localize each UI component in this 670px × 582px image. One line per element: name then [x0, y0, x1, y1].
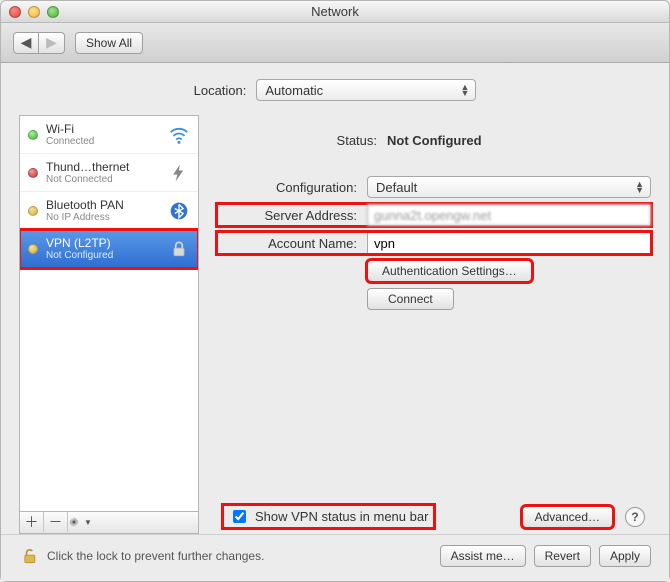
status-row: Status: Not Configured	[317, 133, 651, 148]
configuration-row: Configuration: Default ▲▼	[217, 176, 651, 198]
thunderbolt-icon	[168, 162, 190, 184]
status-dot-icon	[28, 206, 38, 216]
unlock-icon[interactable]	[19, 546, 39, 566]
configuration-select[interactable]: Default ▲▼	[367, 176, 651, 198]
nav-group: ◀ ▶	[13, 32, 65, 54]
forward-button[interactable]: ▶	[39, 32, 65, 54]
status-dot-icon	[28, 168, 38, 178]
lock-text: Click the lock to prevent further change…	[47, 549, 264, 563]
window-footer: Click the lock to prevent further change…	[1, 534, 669, 581]
apply-button[interactable]: Apply	[599, 545, 651, 567]
account-name-input[interactable]	[367, 232, 651, 254]
sidebar-item-text: Bluetooth PAN No IP Address	[46, 198, 160, 223]
location-value: Automatic	[265, 83, 323, 98]
sidebar-item-label: VPN (L2TP)	[46, 236, 160, 250]
titlebar: Network	[1, 1, 669, 23]
server-address-row: Server Address:	[217, 204, 651, 226]
sidebar-item-vpn-l2tp[interactable]: VPN (L2TP) Not Configured	[20, 230, 198, 268]
action-buttons: Authentication Settings… Connect	[367, 260, 651, 310]
account-name-label: Account Name:	[217, 236, 357, 251]
remove-service-button[interactable]: －	[44, 512, 68, 532]
chevron-right-icon: ▶	[46, 34, 57, 51]
wifi-icon	[168, 124, 190, 146]
advanced-button[interactable]: Advanced…	[522, 506, 613, 528]
connect-button[interactable]: Connect	[367, 288, 454, 310]
sidebar-item-status: Not Configured	[46, 250, 160, 261]
back-button[interactable]: ◀	[13, 32, 39, 54]
sidebar-item-wifi[interactable]: Wi-Fi Connected	[20, 116, 198, 154]
window-title: Network	[1, 4, 669, 19]
detail-pane: Status: Not Configured Configuration: De…	[217, 115, 651, 534]
sidebar-list: Wi-Fi Connected Thund…thernet Not Connec…	[19, 115, 199, 512]
network-preferences-window: Network ◀ ▶ Show All Location: Automatic…	[0, 0, 670, 582]
detail-footer: Show VPN status in menu bar Advanced… ?	[217, 503, 651, 534]
revert-button[interactable]: Revert	[534, 545, 591, 567]
location-row: Location: Automatic ▲▼	[1, 63, 669, 115]
sidebar-item-label: Thund…thernet	[46, 160, 160, 174]
server-address-label: Server Address:	[217, 208, 357, 223]
footer-buttons: Assist me… Revert Apply	[440, 545, 651, 567]
service-options-button[interactable]: ▼	[68, 512, 92, 532]
lock-row: Click the lock to prevent further change…	[19, 546, 440, 566]
close-icon[interactable]	[9, 6, 21, 18]
sidebar-item-text: Thund…thernet Not Connected	[46, 160, 160, 185]
sidebar-item-status: No IP Address	[46, 212, 160, 223]
sidebar-item-label: Wi-Fi	[46, 122, 160, 136]
add-service-button[interactable]: ＋	[20, 512, 44, 532]
sidebar-actions: ＋ － ▼	[19, 512, 199, 534]
minimize-icon[interactable]	[28, 6, 40, 18]
configuration-label: Configuration:	[217, 180, 357, 195]
help-button[interactable]: ?	[625, 507, 645, 527]
toolbar: ◀ ▶ Show All	[1, 23, 669, 63]
status-value: Not Configured	[387, 133, 482, 148]
sidebar-item-text: Wi-Fi Connected	[46, 122, 160, 147]
chevron-down-icon: ▼	[84, 518, 92, 527]
location-label: Location:	[194, 83, 247, 98]
zoom-icon[interactable]	[47, 6, 59, 18]
account-name-row: Account Name:	[217, 232, 651, 254]
status-dot-icon	[28, 130, 38, 140]
body: Wi-Fi Connected Thund…thernet Not Connec…	[1, 115, 669, 534]
bluetooth-icon	[168, 200, 190, 222]
server-address-input[interactable]	[367, 204, 651, 226]
gear-icon	[68, 516, 80, 528]
sidebar-item-text: VPN (L2TP) Not Configured	[46, 236, 160, 261]
location-select[interactable]: Automatic ▲▼	[256, 79, 476, 101]
show-vpn-status-label: Show VPN status in menu bar	[255, 509, 428, 524]
authentication-settings-button[interactable]: Authentication Settings…	[367, 260, 532, 282]
show-vpn-status-checkbox[interactable]	[233, 510, 246, 523]
chevron-updown-icon: ▲▼	[635, 181, 644, 193]
show-vpn-status-row: Show VPN status in menu bar	[223, 505, 434, 528]
configuration-value: Default	[376, 180, 417, 195]
sidebar-item-label: Bluetooth PAN	[46, 198, 160, 212]
show-all-button[interactable]: Show All	[75, 32, 143, 54]
sidebar-item-status: Not Connected	[46, 174, 160, 185]
lock-icon	[168, 238, 190, 260]
traffic-lights	[9, 6, 59, 18]
sidebar-item-status: Connected	[46, 136, 160, 147]
sidebar: Wi-Fi Connected Thund…thernet Not Connec…	[19, 115, 199, 534]
sidebar-item-bluetooth-pan[interactable]: Bluetooth PAN No IP Address	[20, 192, 198, 230]
assist-me-button[interactable]: Assist me…	[440, 545, 526, 567]
status-label: Status:	[317, 133, 377, 148]
status-dot-icon	[28, 244, 38, 254]
chevron-left-icon: ◀	[21, 34, 32, 51]
sidebar-item-thunderbolt-ethernet[interactable]: Thund…thernet Not Connected	[20, 154, 198, 192]
chevron-updown-icon: ▲▼	[460, 84, 469, 96]
